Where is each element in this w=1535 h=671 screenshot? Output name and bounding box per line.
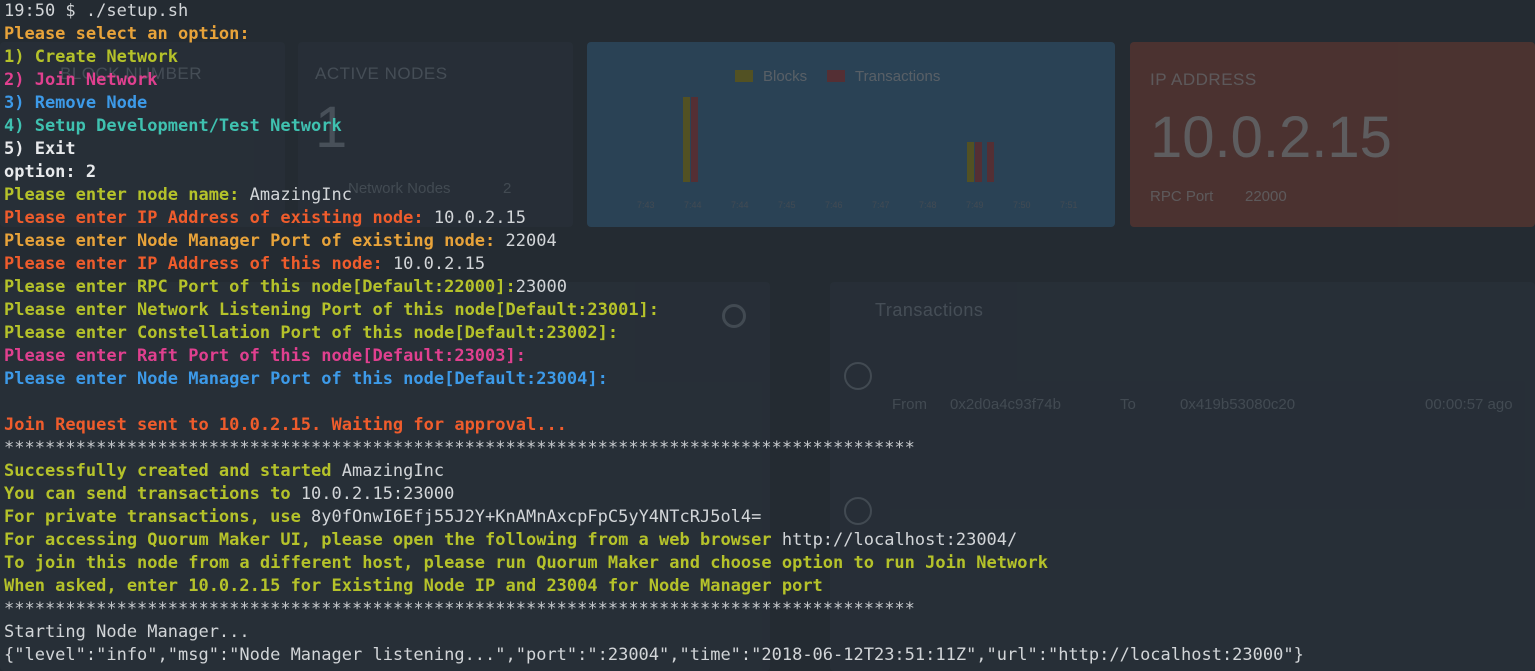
input-value: 22004 — [495, 231, 557, 251]
terminal-line: 2) Join Network — [4, 69, 1304, 92]
line-text: To join this node from a different host,… — [4, 553, 1048, 573]
terminal-line: ****************************************… — [4, 598, 1304, 621]
line-text: 5) Exit — [4, 139, 76, 159]
terminal-line: Please enter Node Manager Port of existi… — [4, 230, 1304, 253]
terminal-line: Successfully created and started Amazing… — [4, 460, 1304, 483]
terminal-line: 4) Setup Development/Test Network — [4, 115, 1304, 138]
tx-ago: 00:00:57 ago — [1425, 396, 1513, 413]
input-value: 8y0fOnwI6Efj55J2Y+KnAMnAxcpFpC5yY4NTcRJ5… — [300, 507, 762, 527]
prompt-text: Please enter node name: — [4, 185, 240, 205]
prompt-text: Please enter IP Address of this node: — [4, 254, 383, 274]
terminal-line: Please enter IP Address of existing node… — [4, 207, 1304, 230]
terminal-window[interactable]: BLOCK NUMBER ACTIVE NODES 1 Network Node… — [0, 0, 1535, 671]
terminal-line: For private transactions, use 8y0fOnwI6E… — [4, 506, 1304, 529]
prompt-text: For accessing Quorum Maker UI, please op… — [4, 530, 772, 550]
input-value: 23000 — [515, 277, 567, 297]
terminal-line: Starting Node Manager... — [4, 621, 1304, 644]
terminal-line: 3) Remove Node — [4, 92, 1304, 115]
prompt-text: Please enter IP Address of existing node… — [4, 208, 424, 228]
prompt-text: Please enter Node Manager Port of this n… — [4, 369, 608, 389]
prompt-text: Please enter Node Manager Port of existi… — [4, 231, 496, 251]
line-text: 19:50 $ ./setup.sh — [4, 1, 189, 21]
line-text: option: 2 — [4, 162, 97, 182]
terminal-line: When asked, enter 10.0.2.15 for Existing… — [4, 575, 1304, 598]
terminal-output[interactable]: 19:50 $ ./setup.sh Please select an optio… — [4, 0, 1304, 667]
terminal-line: To join this node from a different host,… — [4, 552, 1304, 575]
terminal-line: 1) Create Network — [4, 46, 1304, 69]
terminal-line: 5) Exit — [4, 138, 1304, 161]
line-text: 1) Create Network — [4, 47, 178, 67]
prompt-text: For private transactions, use — [4, 507, 301, 527]
input-value: 10.0.2.15:23000 — [290, 484, 455, 504]
line-text: When asked, enter 10.0.2.15 for Existing… — [4, 576, 823, 596]
line-text: ****************************************… — [4, 599, 915, 619]
line-text: 3) Remove Node — [4, 93, 148, 113]
prompt-text: Please enter Constellation Port of this … — [4, 323, 619, 343]
prompt-text: You can send transactions to — [4, 484, 291, 504]
prompt-text: Please enter Network Listening Port of t… — [4, 300, 660, 320]
input-value: AmazingInc — [239, 185, 352, 205]
terminal-line: Please enter IP Address of this node: 10… — [4, 253, 1304, 276]
input-value: 10.0.2.15 — [423, 208, 526, 228]
line-text: 4) Setup Development/Test Network — [4, 116, 342, 136]
terminal-line: 19:50 $ ./setup.sh — [4, 0, 1304, 23]
line-text: Join Request sent to 10.0.2.15. Waiting … — [4, 415, 567, 435]
terminal-line: Please enter Raft Port of this node[Defa… — [4, 345, 1304, 368]
terminal-line: For accessing Quorum Maker UI, please op… — [4, 529, 1304, 552]
terminal-line: Please enter Network Listening Port of t… — [4, 299, 1304, 322]
terminal-line: Please enter node name: AmazingInc — [4, 184, 1304, 207]
line-text: Starting Node Manager... — [4, 622, 250, 642]
input-value: http://localhost:23004/ — [771, 530, 1018, 550]
terminal-line: option: 2 — [4, 161, 1304, 184]
terminal-line: {"level":"info","msg":"Node Manager list… — [4, 644, 1304, 667]
terminal-line: ****************************************… — [4, 437, 1304, 460]
line-text: 2) Join Network — [4, 70, 158, 90]
terminal-line: Please enter Constellation Port of this … — [4, 322, 1304, 345]
terminal-line: Please select an option: — [4, 23, 1304, 46]
terminal-line: Please enter RPC Port of this node[Defau… — [4, 276, 1304, 299]
terminal-line: Join Request sent to 10.0.2.15. Waiting … — [4, 414, 1304, 437]
prompt-text: Please enter Raft Port of this node[Defa… — [4, 346, 526, 366]
line-text: {"level":"info","msg":"Node Manager list… — [4, 645, 1304, 665]
input-value: AmazingInc — [331, 461, 445, 481]
line-text: ****************************************… — [4, 438, 915, 458]
terminal-line: Please enter Node Manager Port of this n… — [4, 368, 1304, 391]
input-value: 10.0.2.15 — [382, 254, 486, 274]
line-text: Please select an option: — [4, 24, 250, 44]
prompt-text: Successfully created and started — [4, 461, 332, 481]
prompt-text: Please enter RPC Port of this node[Defau… — [4, 277, 516, 297]
terminal-line: You can send transactions to 10.0.2.15:2… — [4, 483, 1304, 506]
